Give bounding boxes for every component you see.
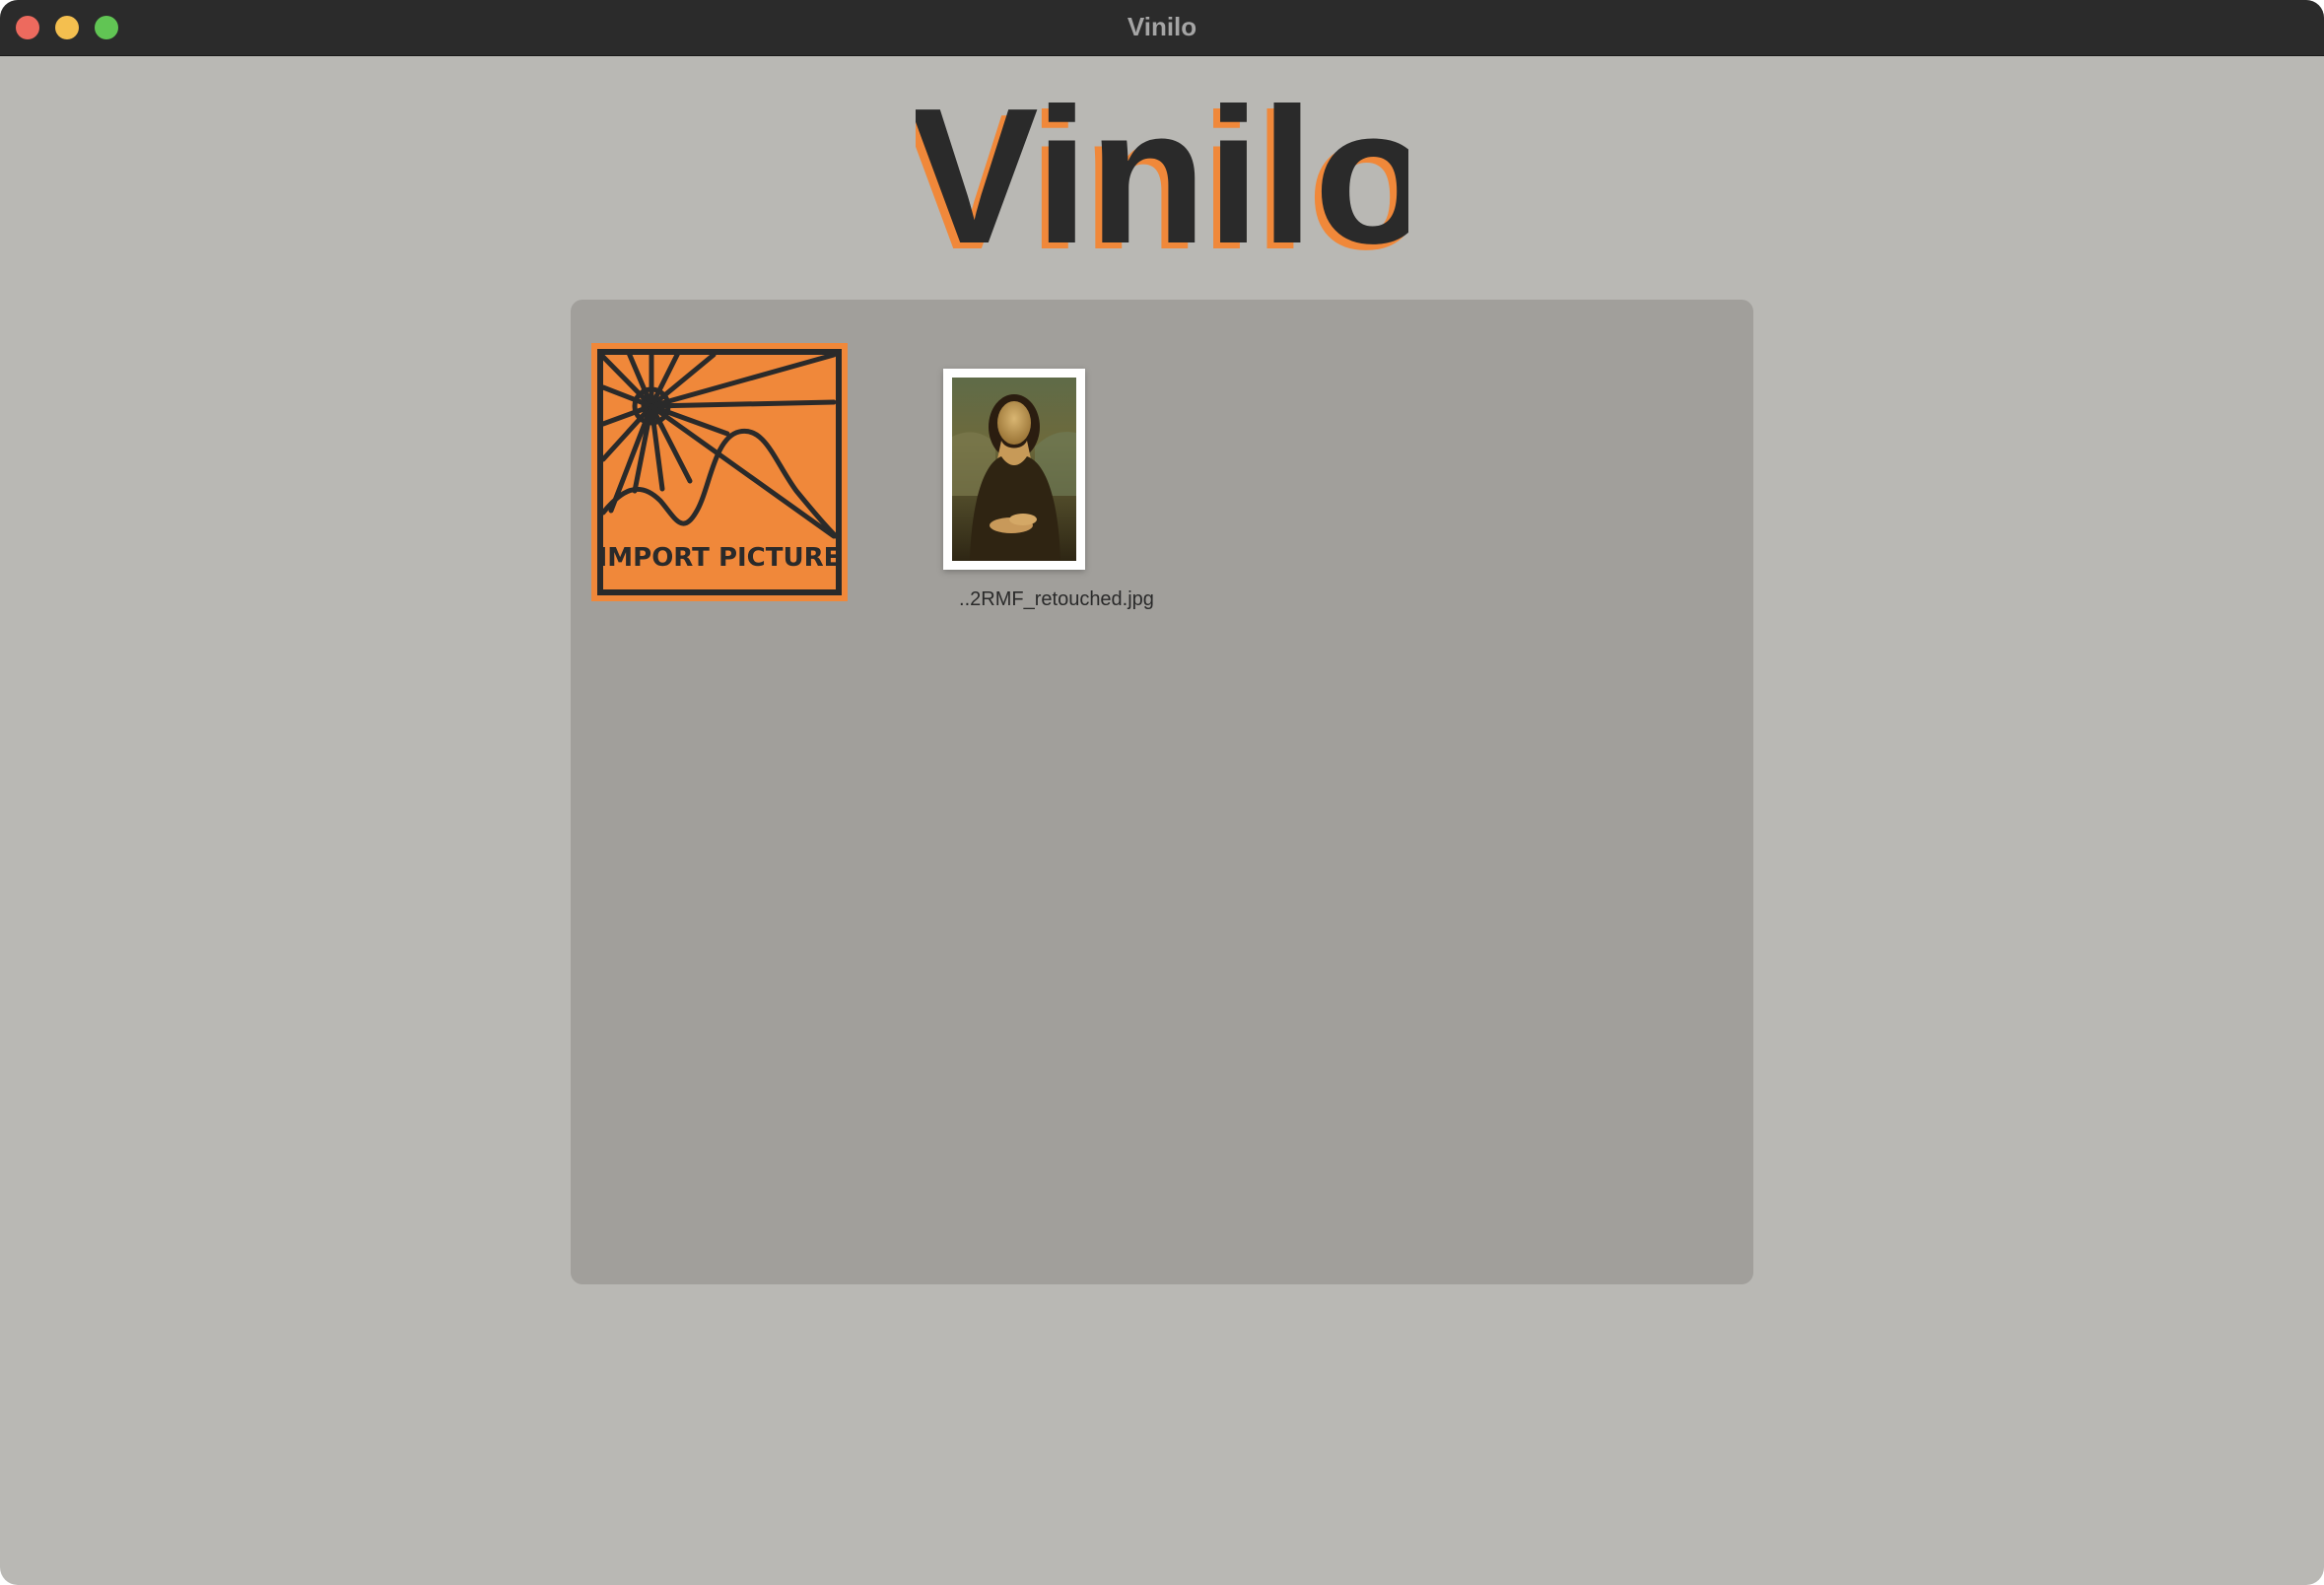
picture-filename: ..2RMF_retouched.jpg bbox=[959, 588, 1154, 610]
sun-mountain-icon: IMPORT PICTURE bbox=[591, 343, 848, 601]
import-picture-button[interactable]: IMPORT PICTURE bbox=[591, 343, 848, 601]
title-bar[interactable]: Vinilo bbox=[0, 0, 2324, 56]
window-title: Vinilo bbox=[1127, 12, 1197, 41]
app-window: Vinilo Vinilo Vinilo IMPORT PICTURE ..2R… bbox=[0, 0, 2324, 1585]
picture-item[interactable]: ..2RMF_retouched.jpg bbox=[943, 369, 1170, 625]
logo-text: Vinilo bbox=[916, 95, 1408, 262]
mona-lisa-thumbnail bbox=[952, 378, 1076, 561]
import-picture-label: IMPORT PICTURE bbox=[598, 543, 842, 573]
app-logo: Vinilo Vinilo bbox=[916, 95, 1408, 262]
picture-thumbnail-frame[interactable] bbox=[943, 369, 1085, 570]
library-panel: IMPORT PICTURE ..2RMF_retouched.jpg bbox=[571, 300, 1753, 1284]
